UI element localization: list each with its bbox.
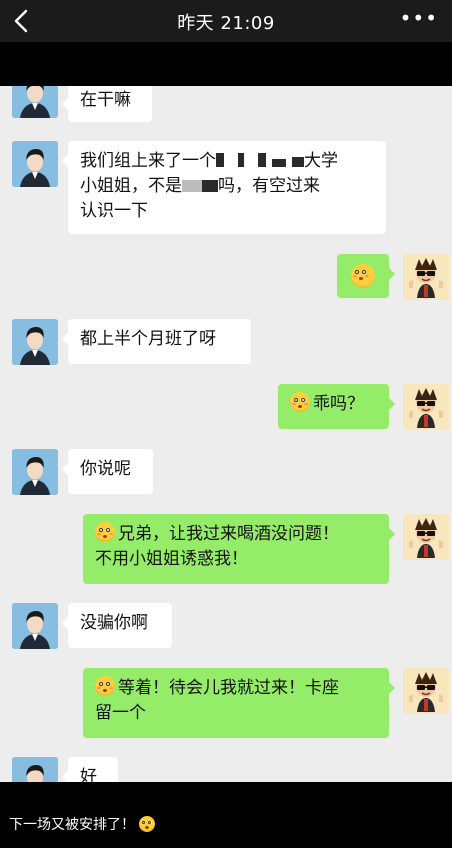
caption-bar: 下一场又被安排了！ [0, 782, 452, 848]
cartoon-avatar-icon [403, 384, 449, 430]
my-avatar[interactable] [403, 514, 449, 560]
message-text: 都上半个月班了呀 [80, 329, 216, 349]
message-bubble-sent[interactable]: 乖吗？ [278, 384, 395, 429]
contact-avatar[interactable] [12, 319, 58, 365]
flushed-face-emoji [95, 522, 115, 542]
message-bubble-received[interactable]: 都上半个月班了呀 [62, 319, 251, 364]
message-bubble-received[interactable]: 没骗你啊 [62, 603, 172, 648]
message-line: 留一个 [95, 701, 377, 726]
redaction-mark [202, 180, 218, 192]
more-dots-icon[interactable]: ••• [400, 6, 438, 30]
message-text: 不用小姐姐诱惑我！ [95, 549, 248, 569]
flushed-face-emoji [139, 816, 155, 832]
redaction-mark [238, 153, 244, 167]
caption-text: 下一场又被安排了！ [9, 814, 158, 834]
message-bubble-sent[interactable] [337, 254, 395, 298]
message-line: 我们组上来了一个 大学 [80, 149, 374, 174]
contact-avatar[interactable] [12, 449, 58, 495]
cartoon-avatar-icon [403, 668, 449, 714]
contact-avatar[interactable] [12, 757, 58, 782]
message-text: 你说呢 [80, 459, 131, 479]
message-text: 兄弟，让我过来喝酒没问题！ [118, 524, 339, 544]
message-line: 等着！待会儿我就过来！卡座 [95, 676, 377, 701]
page-title: 昨天 21:09 [177, 13, 275, 34]
message-bubble-received[interactable]: 在干嘛 [62, 86, 152, 122]
message-text: 留一个 [95, 703, 146, 723]
my-avatar[interactable] [403, 384, 449, 430]
flushed-face-emoji [95, 676, 115, 696]
message-bubble-received[interactable]: 我们组上来了一个 大学 小姐姐，不是 吗，有空过来 认识一下 [62, 141, 386, 234]
man-avatar-icon [12, 319, 58, 365]
flushed-face-emoji [351, 264, 375, 288]
contact-avatar[interactable] [12, 603, 58, 649]
message-bubble-received[interactable]: 好 [62, 757, 118, 782]
contact-avatar[interactable] [12, 141, 58, 187]
message-line: 小姐姐，不是 吗，有空过来 [80, 174, 374, 199]
message-text: 没骗你啊 [80, 613, 148, 633]
chat-area[interactable]: 在干嘛 我们组上来了一个 大学 小姐姐，不是 吗，有空过来 认识一下 都上半个月… [0, 86, 452, 782]
flushed-face-emoji [290, 392, 310, 412]
message-bubble-received[interactable]: 你说呢 [62, 449, 153, 494]
redaction-mark [182, 180, 202, 192]
redaction-mark [292, 157, 304, 167]
message-text: 大学 [304, 151, 338, 171]
message-line: 兄弟，让我过来喝酒没问题！ [95, 522, 377, 547]
cartoon-avatar-icon [403, 514, 449, 560]
my-avatar[interactable] [403, 668, 449, 714]
message-text: 吗，有空过来 [218, 176, 320, 196]
message-line: 不用小姐姐诱惑我！ [95, 547, 377, 572]
message-text: 乖吗？ [313, 394, 364, 414]
cartoon-avatar-icon [403, 254, 449, 300]
redaction-mark [272, 159, 286, 167]
redaction-mark [258, 153, 266, 167]
message-text: 我们组上来了一个 [80, 151, 216, 171]
man-avatar-icon [12, 757, 58, 782]
man-avatar-icon [12, 141, 58, 187]
man-avatar-icon [12, 449, 58, 495]
message-text: 认识一下 [80, 201, 148, 221]
message-text: 在干嘛 [80, 90, 131, 110]
message-bubble-sent[interactable]: 等着！待会儿我就过来！卡座 留一个 [83, 668, 395, 738]
redaction-mark [216, 153, 224, 167]
top-bar: 昨天 21:09 ••• [0, 0, 452, 42]
message-line: 认识一下 [80, 199, 374, 224]
message-text: 等着！待会儿我就过来！卡座 [118, 678, 339, 698]
message-text: 好 [80, 767, 97, 782]
man-avatar-icon [12, 86, 58, 118]
caption-label: 下一场又被安排了！ [9, 817, 135, 833]
message-bubble-sent[interactable]: 兄弟，让我过来喝酒没问题！ 不用小姐姐诱惑我！ [83, 514, 395, 584]
message-text: 小姐姐，不是 [80, 176, 182, 196]
my-avatar[interactable] [403, 254, 449, 300]
contact-avatar[interactable] [12, 86, 58, 118]
man-avatar-icon [12, 603, 58, 649]
black-band [0, 42, 452, 86]
